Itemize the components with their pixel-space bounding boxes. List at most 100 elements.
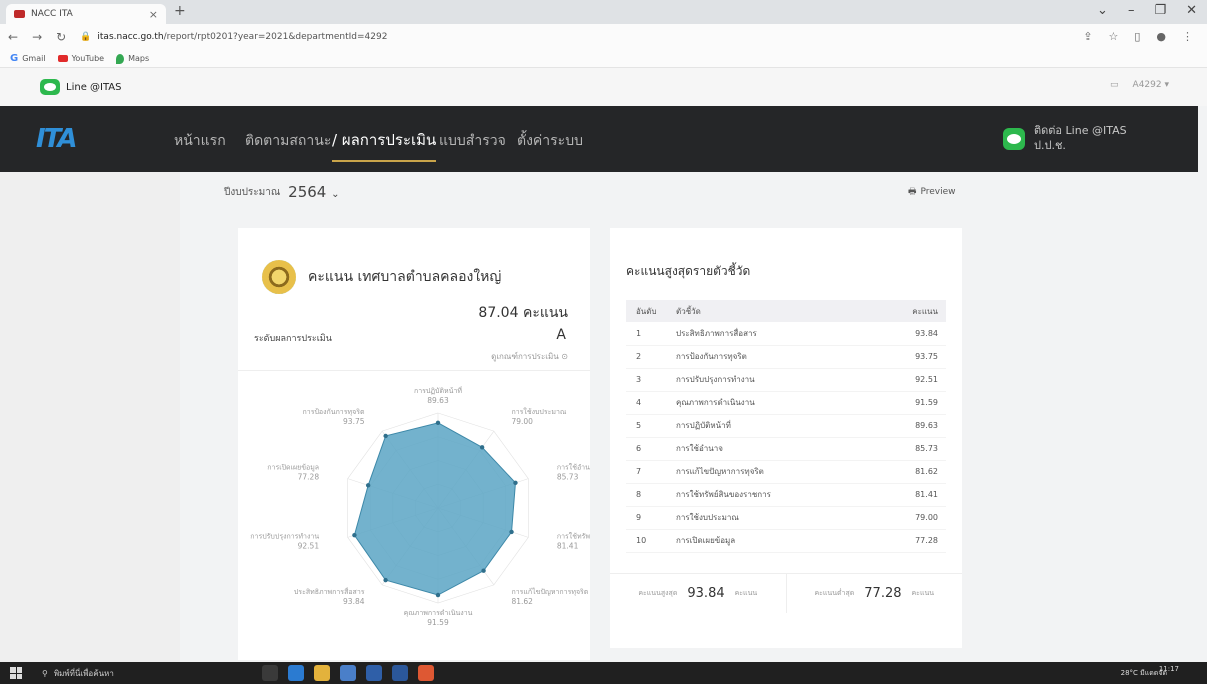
ranking-row: 9 การใช้งบประมาณ 79.00	[626, 506, 946, 530]
score-cell: 85.73	[886, 437, 946, 461]
tab-list-icon[interactable]: ⌄	[1097, 3, 1108, 18]
ranking-row: 2 การป้องกันการทุจริต 93.75	[626, 345, 946, 369]
close-window-button[interactable]: ✕	[1186, 3, 1197, 18]
window-controls: ⌄ – ❐ ✕	[1097, 3, 1197, 18]
new-tab-button[interactable]: +	[174, 3, 186, 19]
url-field[interactable]: itas.nacc.go.th/report/rpt0201?year=2021…	[97, 32, 387, 42]
score-cell: 91.59	[886, 391, 946, 415]
bookmark-gmail[interactable]: G Gmail	[10, 53, 46, 64]
ranking-row: 5 การปฏิบัติหน้าที่ 89.63	[626, 414, 946, 438]
nav-status[interactable]: ติดตามสถานะ	[245, 130, 331, 152]
radar-value-label: 81.62	[511, 597, 533, 606]
taskbar-search[interactable]: ⚲ พิมพ์ที่นี่เพื่อค้นหา	[42, 665, 242, 681]
line-contact[interactable]: ติดต่อ Line @ITAS ป.ป.ช.	[1034, 123, 1127, 153]
left-margin	[0, 172, 180, 662]
bookmark-maps[interactable]: Maps	[116, 53, 149, 64]
ranking-row: 8 การใช้ทรัพย์สินของราชการ 81.41	[626, 483, 946, 507]
rank-cell: 9	[626, 506, 670, 530]
nav-settings[interactable]: ตั้งค่าระบบ	[517, 130, 583, 152]
nav-survey[interactable]: แบบสำรวจ	[439, 130, 506, 152]
radar-chart: การปฏิบัติหน้าที่89.63 การใช้งบประมาณ79.0…	[250, 386, 590, 627]
menu-icon[interactable]: ⋮	[1182, 30, 1193, 43]
file-explorer-icon[interactable]	[314, 665, 330, 681]
ranking-row: 7 การแก้ไขปัญหาการทุจริต 81.62	[626, 460, 946, 484]
radar-point	[435, 420, 441, 426]
indicator-cell: คุณภาพการดำเนินงาน	[670, 391, 886, 415]
store-icon[interactable]	[340, 665, 356, 681]
line-icon	[40, 79, 60, 95]
itas-logo[interactable]: ITA	[36, 124, 77, 154]
radar-value-label: 85.73	[557, 473, 579, 482]
radar-axis-label: การใช้อำนาจ	[557, 463, 590, 472]
score-cell: 81.41	[886, 483, 946, 507]
address-bar-row: ← → ↻ 🔒 itas.nacc.go.th/report/rpt0201?y…	[0, 24, 1207, 50]
bookmark-star-icon[interactable]: ☆	[1108, 30, 1118, 43]
min-value: 77.28	[864, 586, 902, 601]
radar-axis-label: การป้องกันการทุจริต	[303, 408, 365, 416]
reload-button[interactable]: ↻	[56, 30, 66, 44]
radar-value-label: 92.51	[298, 541, 320, 550]
score-summary: คะแนนสูงสุด 93.84 คะแนน คะแนนต่ำสุด 77.2…	[610, 573, 962, 613]
line-label: Line @ITAS	[66, 81, 122, 93]
radar-point	[513, 480, 518, 486]
mail-icon[interactable]	[366, 665, 382, 681]
total-score: 87.04 คะแนน	[478, 305, 568, 321]
google-icon: G	[10, 53, 19, 64]
line-contact-icon[interactable]	[1003, 128, 1025, 150]
notification-icon[interactable]: ▭	[1110, 80, 1119, 90]
radar-point	[435, 592, 441, 598]
header-score: คะแนน	[886, 300, 946, 322]
ranking-row: 6 การใช้อำนาจ 85.73	[626, 437, 946, 461]
close-tab-icon[interactable]: ×	[149, 8, 158, 21]
rank-cell: 1	[626, 322, 670, 346]
indicator-cell: การปฏิบัติหน้าที่	[670, 414, 886, 438]
profile-icon[interactable]: ●	[1156, 30, 1166, 43]
word-icon[interactable]	[392, 665, 408, 681]
preview-button[interactable]: 🖶 Preview	[908, 184, 956, 200]
windows-start-icon[interactable]	[10, 667, 22, 679]
edge-icon[interactable]	[288, 665, 304, 681]
rank-cell: 10	[626, 529, 670, 553]
info-icon: ⊙	[561, 352, 568, 361]
indicator-cell: การปรับปรุงการทำงาน	[670, 368, 886, 392]
browser-tab[interactable]: NACC ITA ×	[6, 4, 166, 24]
taskbar-clock[interactable]: 11:17	[1159, 665, 1179, 673]
line-itas-link[interactable]: Line @ITAS	[40, 79, 122, 95]
score-cell: 89.63	[886, 414, 946, 438]
nav-results[interactable]: / ผลการประเมิน	[332, 128, 437, 162]
preview-label: Preview	[920, 187, 956, 197]
bookmark-youtube[interactable]: YouTube	[57, 54, 104, 63]
share-icon[interactable]: ⇪	[1083, 30, 1092, 43]
line-contact-title: ติดต่อ Line @ITAS	[1034, 124, 1127, 137]
radar-series-area	[353, 422, 516, 596]
nav-home[interactable]: หน้าแรก	[174, 130, 226, 152]
grade-value: A	[556, 327, 566, 343]
min-label: คะแนนต่ำสุด	[814, 589, 855, 597]
ranking-row: 10 การเปิดเผยข้อมูล 77.28	[626, 529, 946, 553]
user-menu[interactable]: A4292 ▾	[1133, 80, 1169, 90]
lock-icon: 🔒	[80, 32, 92, 42]
restore-button[interactable]: ❐	[1154, 3, 1166, 18]
min-score-box: คะแนนต่ำสุด 77.28 คะแนน	[785, 574, 963, 613]
maps-icon	[116, 53, 125, 64]
rank-cell: 7	[626, 460, 670, 484]
sidepanel-icon[interactable]: ▯	[1134, 30, 1140, 43]
radar-point	[509, 529, 514, 535]
user-area: ▭ A4292 ▾	[1110, 80, 1169, 90]
back-button[interactable]: ←	[8, 30, 18, 44]
browser-tab-bar: NACC ITA × + ⌄ – ❐ ✕	[0, 0, 1207, 24]
ranking-header-row: อันดับ ตัวชี้วัด คะแนน	[626, 300, 946, 322]
criteria-link[interactable]: ดูเกณฑ์การประเมิน ⊙	[491, 350, 568, 363]
indicator-cell: การป้องกันการทุจริต	[670, 345, 886, 369]
search-icon: ⚲	[42, 668, 48, 678]
max-unit: คะแนน	[734, 589, 758, 597]
year-select[interactable]: 2564 ⌄	[288, 183, 339, 201]
forward-button[interactable]: →	[32, 30, 42, 44]
radar-value-label: 89.63	[427, 396, 449, 405]
minimize-button[interactable]: –	[1128, 3, 1135, 18]
year-selector: ปีงบประมาณ 2564 ⌄	[224, 183, 340, 201]
task-view-icon[interactable]	[262, 665, 278, 681]
indicator-cell: การใช้งบประมาณ	[670, 506, 886, 530]
chrome-icon[interactable]	[418, 665, 434, 681]
indicator-cell: การใช้อำนาจ	[670, 437, 886, 461]
